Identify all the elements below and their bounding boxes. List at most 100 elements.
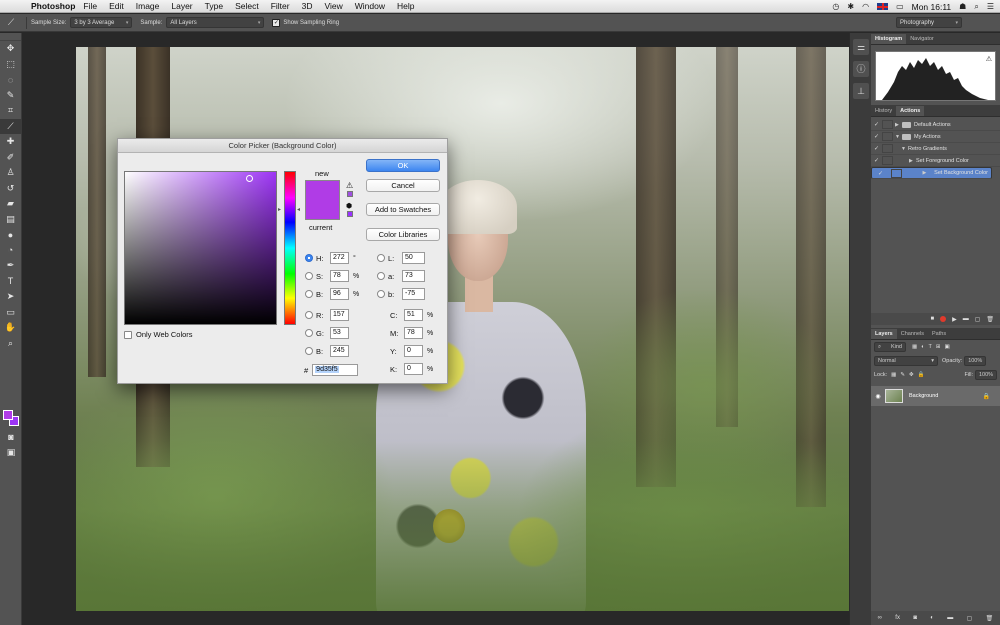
new-layer-icon[interactable]: ▢ xyxy=(967,615,973,622)
magenta-input[interactable]: 78 xyxy=(404,327,423,339)
eraser-tool-icon[interactable]: ▰ xyxy=(0,196,21,212)
blend-mode-select[interactable]: Normal ▾ xyxy=(874,356,938,366)
yellow-input[interactable]: 0 xyxy=(404,345,423,357)
user-icon[interactable]: ☗ xyxy=(959,2,966,11)
action-step-set-foreground-color[interactable]: ✓ ▶ Set Foreground Color xyxy=(871,155,1000,167)
hue-slider[interactable] xyxy=(284,171,296,325)
add-mask-icon[interactable]: ◙ xyxy=(913,615,917,621)
time-machine-icon[interactable]: ◷ xyxy=(832,2,839,11)
trash-icon[interactable]: 🗑 xyxy=(986,615,994,622)
tab-channels[interactable]: Channels xyxy=(897,329,928,339)
checkmark-icon[interactable]: ✓ xyxy=(871,133,882,140)
dialog-toggle[interactable] xyxy=(882,156,893,165)
new-set-folder-icon[interactable]: ▬ xyxy=(963,316,969,322)
menu-image[interactable]: Image xyxy=(136,1,160,11)
red-input[interactable]: 157 xyxy=(330,309,349,321)
menu-type[interactable]: Type xyxy=(205,1,223,11)
path-selection-tool-icon[interactable]: ➤ xyxy=(0,289,21,305)
wifi-icon[interactable]: ◠ xyxy=(862,2,869,11)
saturation-input[interactable]: 78 xyxy=(330,270,349,282)
blue-input[interactable]: 245 xyxy=(330,345,349,357)
opacity-input[interactable]: 100% xyxy=(964,356,987,366)
add-to-swatches-button[interactable]: Add to Swatches xyxy=(366,203,440,216)
menu-filter[interactable]: Filter xyxy=(271,1,290,11)
pen-tool-icon[interactable]: ✒ xyxy=(0,258,21,274)
healing-brush-tool-icon[interactable]: ✚ xyxy=(0,134,21,150)
eyedropper-tool-icon[interactable]: ⟋ xyxy=(0,118,21,134)
tab-history[interactable]: History xyxy=(871,106,896,116)
crop-tool-icon[interactable]: ⌗ xyxy=(0,103,21,119)
panel-grip[interactable] xyxy=(0,33,21,41)
only-web-colors-option[interactable]: Only Web Colors xyxy=(124,330,193,339)
action-step-set-background-color[interactable]: ✓ ▶ Set Background Color xyxy=(871,167,992,179)
checkmark-icon[interactable]: ✓ xyxy=(871,145,882,152)
out-of-gamut-warning-icon[interactable]: ⚠ xyxy=(346,181,353,190)
foreground-color-swatch[interactable] xyxy=(3,410,13,420)
bluetooth-icon[interactable]: ✱ xyxy=(847,2,854,11)
workspace-select[interactable]: Photography ▾ xyxy=(896,17,962,28)
app-menu[interactable]: Photoshop xyxy=(31,1,75,11)
green-input[interactable]: 53 xyxy=(330,327,349,339)
zoom-tool-icon[interactable]: ⌕ xyxy=(0,336,21,352)
lab-b-input[interactable]: -75 xyxy=(402,288,425,300)
brush-tool-icon[interactable]: ✐ xyxy=(0,150,21,166)
color-libraries-button[interactable]: Color Libraries xyxy=(366,228,440,241)
input-source-flag-icon[interactable] xyxy=(877,3,889,10)
menu-select[interactable]: Select xyxy=(235,1,259,11)
hue-slider-right-arrow-icon[interactable]: ◂ xyxy=(297,206,300,213)
battery-icon[interactable]: ▭ xyxy=(896,2,904,11)
action-set-my-actions[interactable]: ✓ ▼ My Actions xyxy=(871,131,1000,143)
adjustment-layer-icon[interactable]: ◐ xyxy=(930,615,934,621)
action-set-default-actions[interactable]: ✓ ▶ Default Actions xyxy=(871,119,1000,131)
action-retro-gradients[interactable]: ✓ ▼ Retro Gradients xyxy=(871,143,1000,155)
lab-a-radio[interactable] xyxy=(377,272,385,280)
visibility-eye-icon[interactable]: ◉ xyxy=(871,393,885,400)
lab-l-radio[interactable] xyxy=(377,254,385,262)
dialog-toggle[interactable] xyxy=(882,132,893,141)
checkmark-icon[interactable]: ✓ xyxy=(875,170,886,177)
checkmark-icon[interactable]: ✓ xyxy=(871,157,882,164)
black-input[interactable]: 0 xyxy=(404,363,423,375)
quick-selection-tool-icon[interactable]: ✎ xyxy=(0,88,21,104)
expand-triangle-icon[interactable]: ▶ xyxy=(922,170,929,176)
lab-a-input[interactable]: 73 xyxy=(402,270,425,282)
layer-background[interactable]: ◉ Background 🔒 xyxy=(871,386,1000,406)
lasso-tool-icon[interactable]: ◌ xyxy=(0,72,21,88)
menu-layer[interactable]: Layer xyxy=(171,1,192,11)
collapse-triangle-icon[interactable]: ▼ xyxy=(895,134,902,140)
only-web-colors-checkbox[interactable] xyxy=(124,330,132,339)
screen-mode-icon[interactable]: ▣ xyxy=(0,445,22,461)
menu-file[interactable]: File xyxy=(83,1,97,11)
hex-input[interactable]: 9d35f5 xyxy=(312,364,359,376)
menu-window[interactable]: Window xyxy=(355,1,385,11)
lock-options-icons[interactable]: ▦✎✥🔒 xyxy=(891,372,928,378)
fill-input[interactable]: 100% xyxy=(975,370,997,380)
hue-radio[interactable] xyxy=(305,254,313,262)
gamut-color-chip[interactable] xyxy=(347,191,353,197)
blue-radio[interactable] xyxy=(305,347,313,355)
clone-stamp-tool-icon[interactable]: ♙ xyxy=(0,165,21,181)
sample-size-select[interactable]: 3 by 3 Average ▾ xyxy=(70,17,133,28)
dialog-toggle[interactable] xyxy=(882,144,893,153)
blur-tool-icon[interactable]: ● xyxy=(0,227,21,243)
saturation-radio[interactable] xyxy=(305,272,313,280)
notification-center-icon[interactable]: ☰ xyxy=(987,2,994,11)
red-radio[interactable] xyxy=(305,311,313,319)
collapse-triangle-icon[interactable]: ▼ xyxy=(901,146,908,152)
sample-select[interactable]: All Layers ▾ xyxy=(166,17,265,28)
cached-data-warning-icon[interactable]: ⚠ xyxy=(986,55,992,63)
tab-actions[interactable]: Actions xyxy=(896,106,925,116)
dialog-title[interactable]: Color Picker (Background Color) xyxy=(118,139,447,153)
brightness-input[interactable]: 96 xyxy=(330,288,349,300)
hue-input[interactable]: 272 xyxy=(330,252,349,264)
lab-l-input[interactable]: 50 xyxy=(402,252,425,264)
layer-kind-filter[interactable]: ⌕ Kind xyxy=(874,342,906,352)
history-brush-tool-icon[interactable]: ↺ xyxy=(0,181,21,197)
new-group-icon[interactable]: ▬ xyxy=(947,615,953,621)
quick-mask-icon[interactable]: ◙ xyxy=(0,429,22,445)
brightness-radio[interactable] xyxy=(305,290,313,298)
hue-slider-left-arrow-icon[interactable]: ▸ xyxy=(278,206,281,213)
adjustments-panel-icon[interactable]: ⚌ xyxy=(853,39,869,55)
trash-icon[interactable]: 🗑 xyxy=(986,316,994,323)
tab-layers[interactable]: Layers xyxy=(871,329,897,339)
